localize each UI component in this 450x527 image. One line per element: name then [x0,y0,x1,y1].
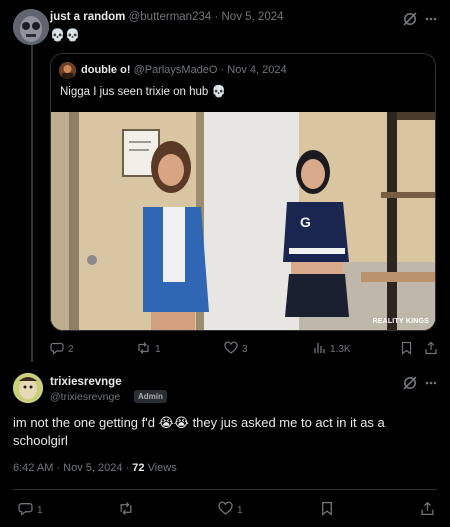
repost-button[interactable] [118,501,138,519]
quote-author-name: double o! [81,64,131,76]
quote-author-handle: @ParlaysMadeO [133,64,218,76]
author-handle[interactable]: @trixiesrevnge [50,391,120,403]
author-name[interactable]: just a random [50,11,125,23]
repost-button[interactable]: 1 [136,341,161,358]
post-header: just a random @butterman234 · Nov 5, 202… [50,11,284,23]
separator: · [214,11,219,23]
views-icon [313,341,326,358]
more-icon[interactable] [424,11,438,27]
avatar [59,62,76,79]
like-icon [218,501,233,519]
svg-text:G: G [300,214,311,230]
post-date[interactable]: Nov 5, 2024 [222,11,284,23]
avatar[interactable] [13,373,43,403]
quote-date: Nov 4, 2024 [227,64,287,76]
avatar[interactable] [13,9,49,45]
author-handle[interactable]: @butterman234 [129,11,212,23]
reply-icon [50,341,64,358]
views-count: 1.3K [330,344,351,355]
reply-button[interactable]: 1 [18,501,43,519]
bookmark-icon[interactable] [400,341,413,360]
separator: · [56,462,61,474]
divider [13,489,437,490]
reply-count: 1 [37,504,43,516]
reply-count: 2 [68,344,74,355]
post-meta: 6:42 AM · Nov 5, 2024 · 72 Views [13,462,177,474]
views-count: 72 [132,462,145,474]
views-label: Views [147,462,177,474]
repost-icon [118,501,134,519]
quote-media-image[interactable]: G REALITY KINGS [51,112,435,330]
quote-header: double o! @ParlaysMadeO · Nov 4, 2024 [81,64,287,76]
author-name[interactable]: trixiesrevnge [50,376,122,388]
repost-count: 1 [155,344,161,355]
media-watermark: REALITY KINGS [372,318,429,325]
post-time[interactable]: 6:42 AM [13,462,53,474]
post-text: 💀💀 [50,28,80,42]
like-button[interactable]: 3 [224,341,248,358]
admin-badge: Admin [134,390,167,403]
grok-icon[interactable] [402,11,418,27]
like-count: 3 [242,344,248,355]
like-icon [224,341,238,358]
reply-button[interactable]: 2 [50,341,74,358]
like-count: 1 [237,504,243,516]
separator: · [220,64,225,76]
thread-line [31,44,33,362]
views-button[interactable]: 1.3K [313,341,351,358]
like-button[interactable]: 1 [218,501,243,519]
grok-icon[interactable] [402,375,418,391]
more-icon[interactable] [424,375,438,391]
share-icon[interactable] [420,501,435,521]
quoted-post[interactable]: double o! @ParlaysMadeO · Nov 4, 2024 Ni… [50,53,436,331]
repost-icon [136,341,151,358]
share-icon[interactable] [424,341,438,360]
post-date[interactable]: Nov 5, 2024 [63,462,122,474]
quote-text: Nigga I jus seen trixie on hub 💀 [60,86,226,98]
separator: · [125,462,130,474]
post-text: im not the one getting f'd 😭😭 they jus a… [13,415,385,448]
reply-icon [18,501,33,519]
bookmark-icon[interactable] [320,501,334,521]
